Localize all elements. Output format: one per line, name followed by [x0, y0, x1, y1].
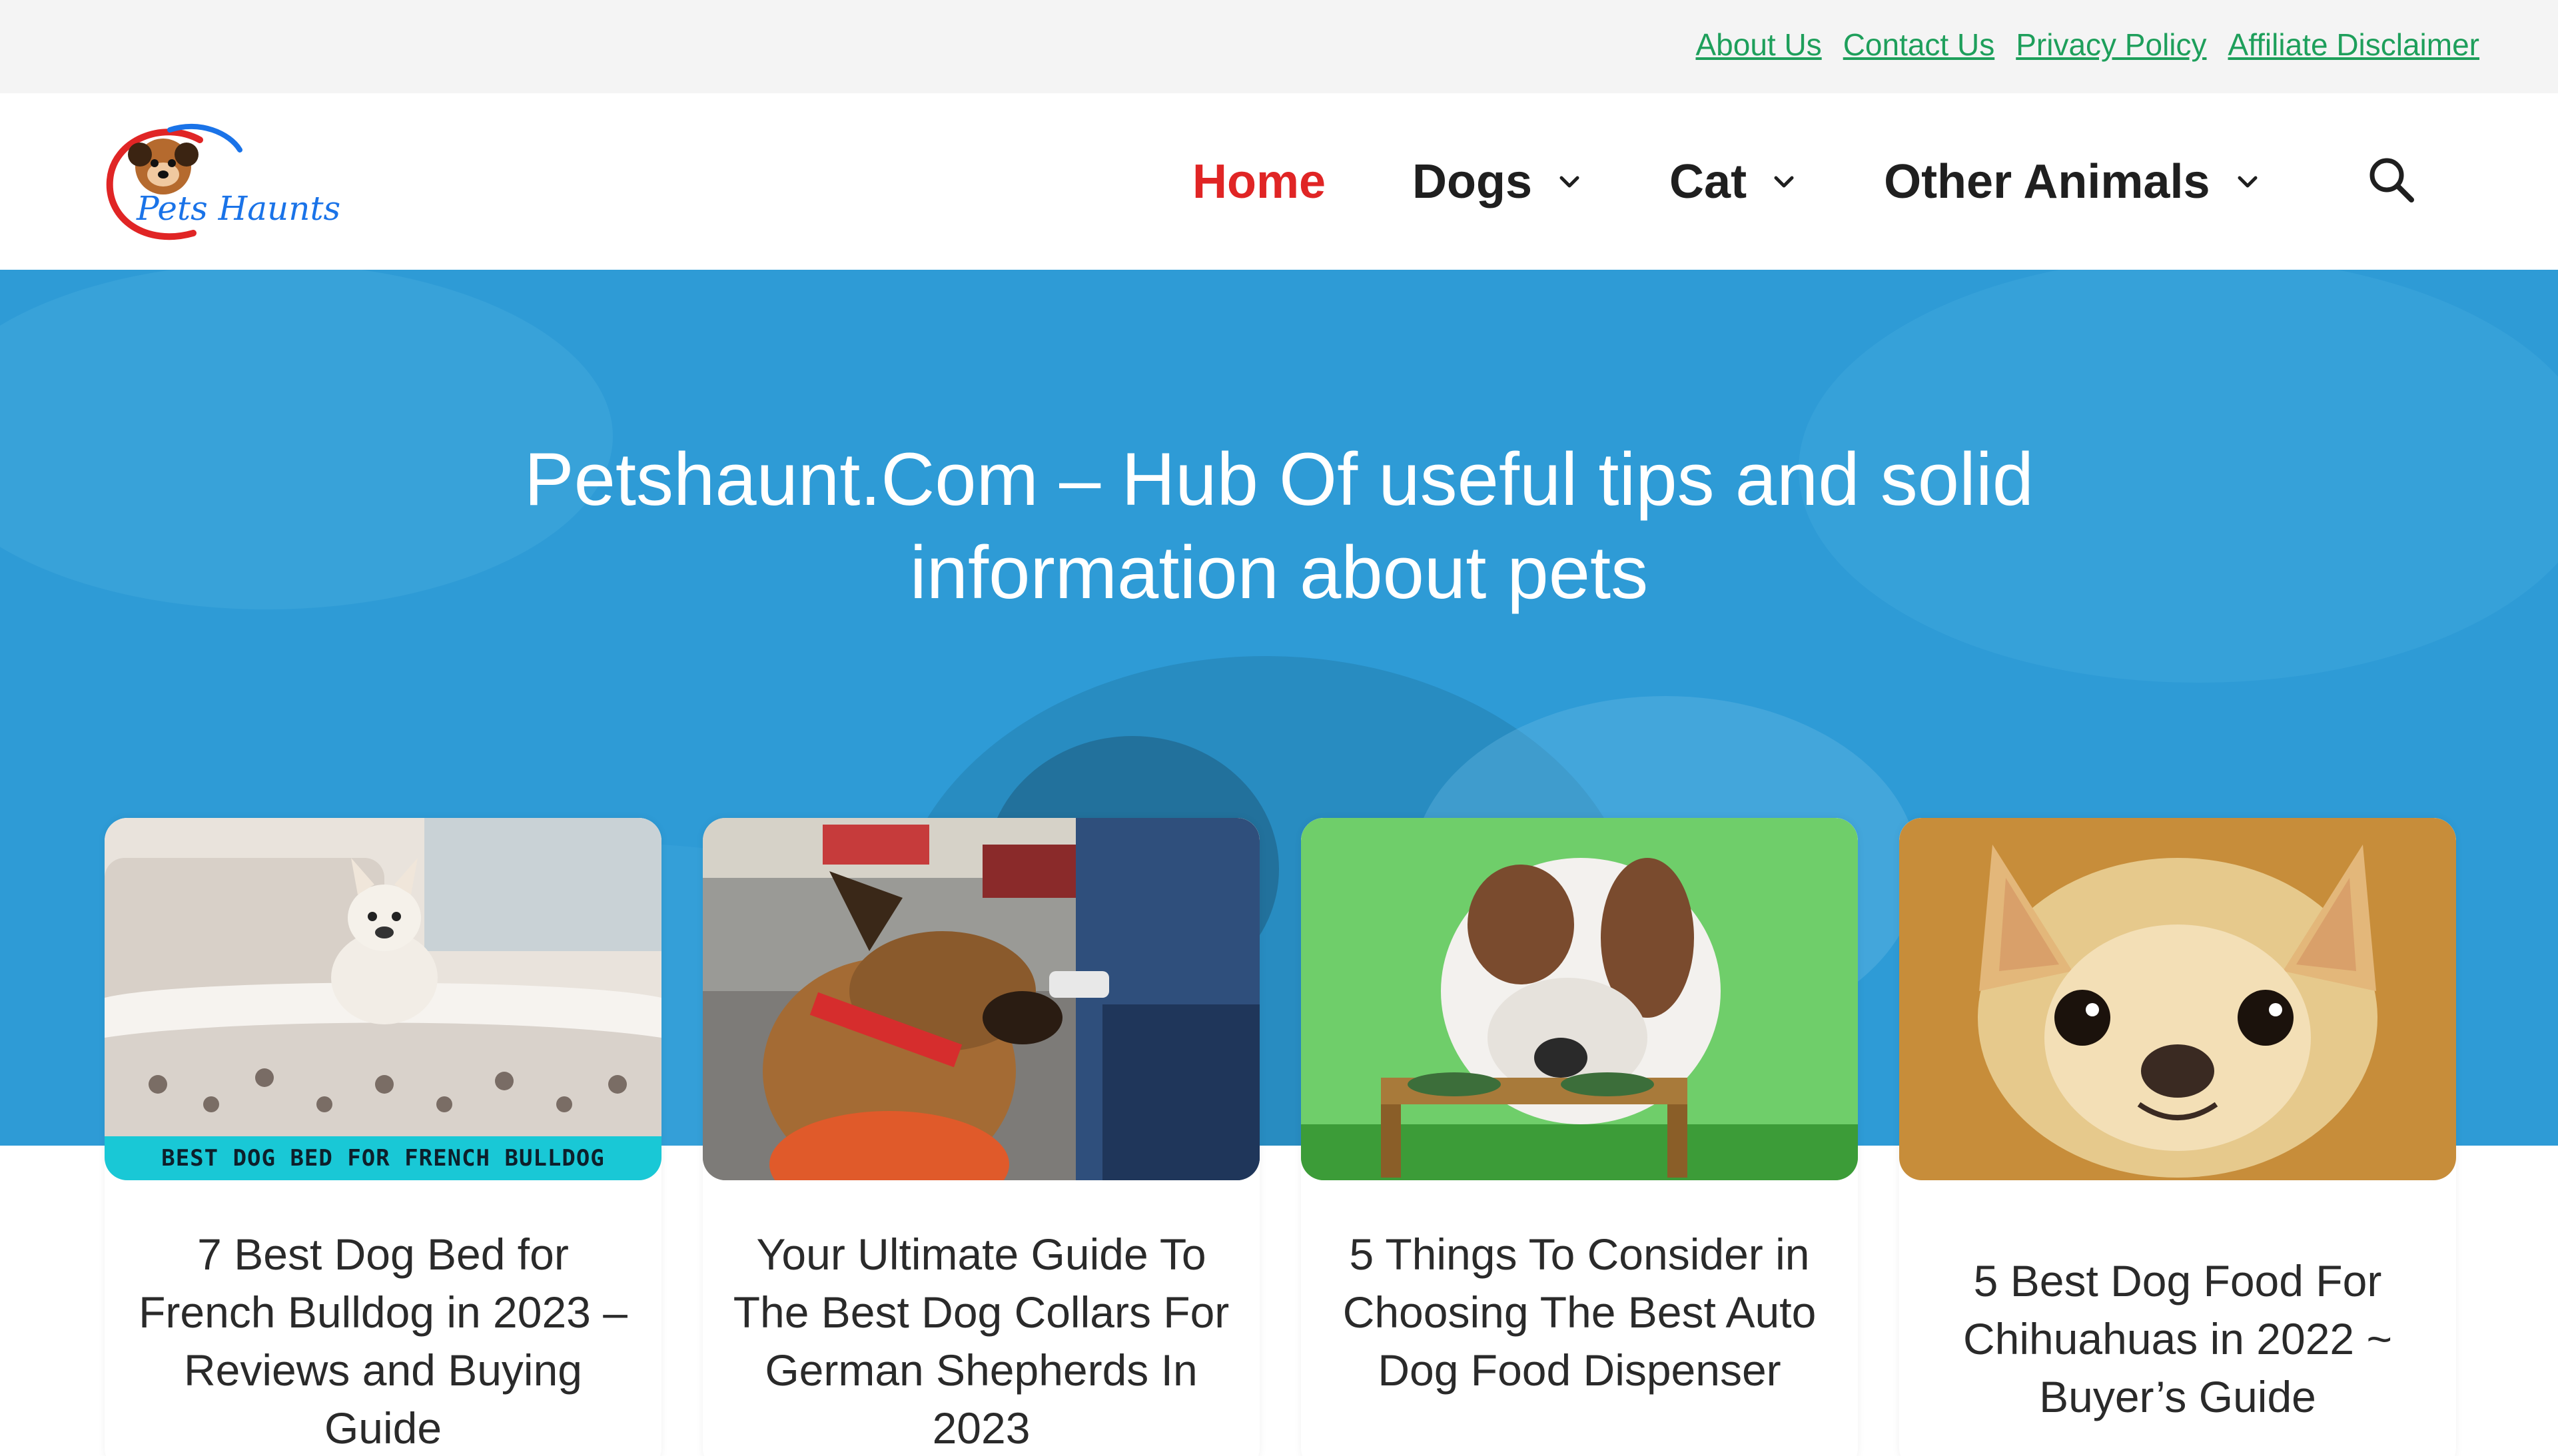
french-bulldog-bed-image: [105, 818, 661, 1180]
image-banner: BEST DOG BED FOR FRENCH BULLDOG: [105, 1136, 661, 1180]
post-card-image[interactable]: [703, 818, 1260, 1180]
logo-text: Pets Haunts: [136, 189, 340, 228]
nav-dogs-label: Dogs: [1412, 155, 1533, 208]
top-utility-bar: About Us Contact Us Privacy Policy Affil…: [0, 0, 2558, 93]
post-card-title[interactable]: 7 Best Dog Bed for French Bulldog in 202…: [131, 1226, 635, 1456]
search-icon: [2369, 158, 2414, 202]
nav-other-animals[interactable]: Other Animals: [1884, 155, 2260, 209]
hero-title: Petshaunt.Com – Hub Of useful tips and s…: [524, 438, 2034, 614]
german-shepherd-collar-image: [703, 818, 1260, 1180]
chevron-down-icon: [2238, 176, 2258, 187]
post-card[interactable]: 5 Things To Consider in Choosing The Bes…: [1301, 818, 1858, 1456]
post-card[interactable]: BEST DOG BED FOR FRENCH BULLDOG 7 Best D…: [105, 818, 661, 1456]
search-button[interactable]: [2365, 153, 2418, 206]
chihuahua-image: [1899, 818, 2456, 1180]
nav-other-animals-label: Other Animals: [1884, 155, 2210, 208]
site-logo[interactable]: Pets Haunts: [100, 113, 366, 246]
privacy-policy-link[interactable]: Privacy Policy: [2016, 27, 2206, 63]
nav-cat-label: Cat: [1669, 155, 1747, 208]
post-card-image[interactable]: [1899, 818, 2456, 1180]
logo-graphic: Pets Haunts: [106, 123, 340, 240]
top-links: About Us Contact Us Privacy Policy Affil…: [1695, 27, 2479, 63]
chevron-down-icon: [1774, 176, 1794, 187]
nav-home[interactable]: Home: [1192, 155, 1326, 209]
nav-home-label: Home: [1192, 155, 1326, 208]
main-nav: Home Dogs Cat Other Animals: [1192, 93, 2347, 270]
site-header: Pets Haunts Home Dogs Cat Other Animals: [0, 93, 2558, 270]
post-card[interactable]: 5 Best Dog Food For Chihuahuas in 2022 ~…: [1899, 818, 2456, 1456]
about-us-link[interactable]: About Us: [1695, 27, 1821, 63]
post-card-image[interactable]: [1301, 818, 1858, 1180]
nav-dogs[interactable]: Dogs: [1412, 155, 1583, 209]
post-card[interactable]: Your Ultimate Guide To The Best Dog Coll…: [703, 818, 1260, 1456]
post-card-title[interactable]: Your Ultimate Guide To The Best Dog Coll…: [729, 1226, 1233, 1456]
post-card-title[interactable]: 5 Things To Consider in Choosing The Bes…: [1328, 1226, 1831, 1399]
chevron-down-icon: [1559, 176, 1579, 187]
post-card-image[interactable]: BEST DOG BED FOR FRENCH BULLDOG: [105, 818, 661, 1180]
nav-cat[interactable]: Cat: [1669, 155, 1797, 209]
contact-us-link[interactable]: Contact Us: [1843, 27, 1995, 63]
post-card-title[interactable]: 5 Best Dog Food For Chihuahuas in 2022 ~…: [1926, 1252, 2429, 1426]
auto-dog-food-dispenser-image: [1301, 818, 1858, 1180]
affiliate-disclaimer-link[interactable]: Affiliate Disclaimer: [2228, 27, 2479, 63]
